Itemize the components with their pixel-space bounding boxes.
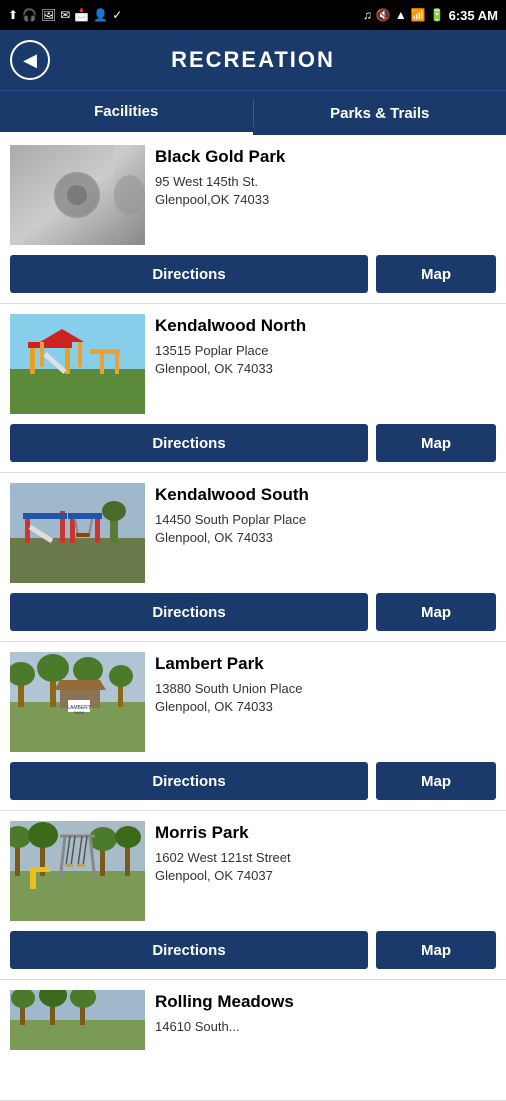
park-buttons: Directions Map	[0, 593, 506, 641]
park-name: Kendalwood North	[155, 316, 496, 336]
battery-icon: 🔋	[430, 8, 445, 22]
park-row: Kendalwood North 13515 Poplar Place Glen…	[0, 304, 506, 424]
park-name: Kendalwood South	[155, 485, 496, 505]
park-info: Kendalwood North 13515 Poplar Place Glen…	[155, 314, 496, 414]
person-icon: 👤	[93, 8, 108, 22]
park-info: Black Gold Park 95 West 145th St. Glenpo…	[155, 145, 496, 245]
wifi-icon: ▲	[395, 8, 407, 22]
status-bar: ⬆ 🎧 🖼 ✉ 📩 👤 ✓ ♫ 🔇 ▲ 📶 🔋 6:35 AM	[0, 0, 506, 30]
park-address: 95 West 145th St. Glenpool,OK 74033	[155, 173, 496, 209]
map-button[interactable]: Map	[376, 255, 496, 293]
park-image: LAMBERT PARK	[10, 652, 145, 752]
voicemail-icon: 📩	[74, 8, 89, 22]
park-row: LAMBERT PARK Lambert Park 13880 South Un…	[0, 642, 506, 762]
tab-bar: Facilities Parks & Trails	[0, 90, 506, 135]
park-image	[10, 145, 145, 245]
park-thumbnail-svg	[10, 483, 145, 583]
mute-icon: 🔇	[376, 8, 391, 22]
park-thumbnail-svg	[10, 990, 145, 1050]
park-thumbnail-svg	[10, 821, 145, 921]
list-item: Kendalwood South 14450 South Poplar Plac…	[0, 473, 506, 642]
directions-button[interactable]: Directions	[10, 255, 368, 293]
park-name: Black Gold Park	[155, 147, 496, 167]
list-item: Morris Park 1602 West 121st Street Glenp…	[0, 811, 506, 980]
directions-button[interactable]: Directions	[10, 424, 368, 462]
header: ◀ RECREATION	[0, 30, 506, 90]
park-info: Lambert Park 13880 South Union Place Gle…	[155, 652, 496, 752]
list-item: Black Gold Park 95 West 145th St. Glenpo…	[0, 135, 506, 304]
park-address: 13515 Poplar Place Glenpool, OK 74033	[155, 342, 496, 378]
park-buttons: Directions Map	[0, 762, 506, 810]
park-image	[10, 990, 145, 1090]
list-item: Rolling Meadows 14610 South...	[0, 980, 506, 1101]
park-image	[10, 314, 145, 414]
park-info: Kendalwood South 14450 South Poplar Plac…	[155, 483, 496, 583]
headset-icon: 🎧	[22, 8, 37, 22]
back-button[interactable]: ◀	[10, 40, 50, 80]
map-button[interactable]: Map	[376, 424, 496, 462]
park-thumbnail-svg: LAMBERT PARK	[10, 652, 145, 752]
svg-text:PARK: PARK	[74, 710, 85, 715]
park-address: 1602 West 121st Street Glenpool, OK 7403…	[155, 849, 496, 885]
park-row: Morris Park 1602 West 121st Street Glenp…	[0, 811, 506, 931]
park-image	[10, 483, 145, 583]
park-thumbnail-svg	[10, 145, 114, 245]
parks-list: Black Gold Park 95 West 145th St. Glenpo…	[0, 135, 506, 1101]
list-item: LAMBERT PARK Lambert Park 13880 South Un…	[0, 642, 506, 811]
park-image	[10, 821, 145, 921]
time-display: 6:35 AM	[449, 8, 498, 23]
park-buttons: Directions Map	[0, 931, 506, 979]
park-address: 14450 South Poplar Place Glenpool, OK 74…	[155, 511, 496, 547]
park-buttons: Directions Map	[0, 424, 506, 472]
signal-icon: 📶	[411, 8, 426, 22]
directions-button[interactable]: Directions	[10, 931, 368, 969]
page-title: RECREATION	[50, 47, 456, 73]
map-button[interactable]: Map	[376, 762, 496, 800]
usb-icon: ⬆	[8, 8, 18, 22]
map-button[interactable]: Map	[376, 593, 496, 631]
park-thumbnail-svg	[10, 314, 145, 414]
park-info: Morris Park 1602 West 121st Street Glenp…	[155, 821, 496, 921]
park-name: Morris Park	[155, 823, 496, 843]
status-icons-right: ♫ 🔇 ▲ 📶 🔋 6:35 AM	[363, 8, 498, 23]
park-row: Kendalwood South 14450 South Poplar Plac…	[0, 473, 506, 593]
park-name: Lambert Park	[155, 654, 496, 674]
tab-parks-trails[interactable]: Parks & Trails	[254, 91, 506, 135]
park-name: Rolling Meadows	[155, 992, 496, 1012]
image-icon: 🖼	[41, 8, 56, 22]
back-icon: ◀	[23, 50, 37, 71]
check-icon: ✓	[112, 8, 122, 22]
directions-button[interactable]: Directions	[10, 593, 368, 631]
directions-button[interactable]: Directions	[10, 762, 368, 800]
list-item: Kendalwood North 13515 Poplar Place Glen…	[0, 304, 506, 473]
map-button[interactable]: Map	[376, 931, 496, 969]
status-icons-left: ⬆ 🎧 🖼 ✉ 📩 👤 ✓	[8, 8, 122, 22]
gmail-icon: ✉	[60, 8, 70, 22]
park-address: 14610 South...	[155, 1018, 496, 1036]
park-address: 13880 South Union Place Glenpool, OK 740…	[155, 680, 496, 716]
tab-facilities[interactable]: Facilities	[0, 91, 253, 135]
park-buttons: Directions Map	[0, 255, 506, 303]
park-row: Rolling Meadows 14610 South...	[0, 980, 506, 1100]
music-icon: ♫	[363, 8, 372, 22]
park-row: Black Gold Park 95 West 145th St. Glenpo…	[0, 135, 506, 255]
park-info: Rolling Meadows 14610 South...	[155, 990, 496, 1090]
